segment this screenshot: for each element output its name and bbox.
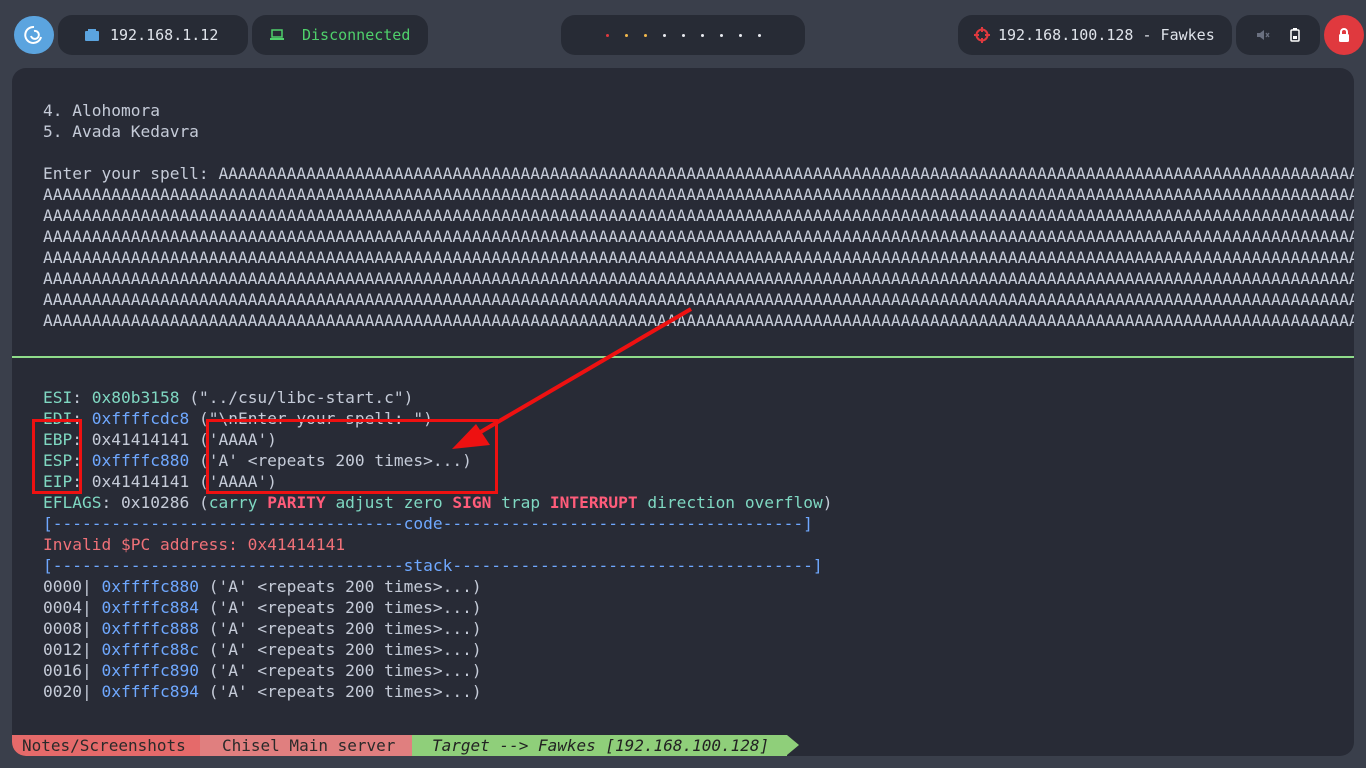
status-segment-chisel[interactable]: Chisel Main server — [200, 735, 412, 756]
annotation-box-register-values — [206, 419, 498, 494]
workspace-indicator[interactable] — [561, 15, 805, 55]
spell-input-line: AAAAAAAAAAAAAAAAAAAAAAAAAAAAAAAAAAAAAAAA… — [43, 269, 1354, 288]
spell-input-line: AAAAAAAAAAAAAAAAAAAAAAAAAAAAAAAAAAAAAAAA… — [43, 248, 1354, 267]
stack-value: ('A' <repeats 200 times>...) — [198, 619, 482, 638]
stack-offset: 0004| — [43, 598, 92, 617]
stack-address: 0xffffc894 — [101, 682, 199, 701]
workspace-dot-3[interactable] — [643, 33, 647, 37]
workspace-dot-7[interactable] — [719, 33, 723, 37]
stack-row: 0000| 0xffffc880 ('A' <repeats 200 times… — [43, 576, 482, 597]
register-value: 0x41414141 — [91, 430, 190, 449]
stack-offset: 0000| — [43, 577, 92, 596]
eflag: SIGN — [452, 493, 492, 512]
status-segment-target[interactable]: Target --> Fawkes [192.168.100.128] — [412, 735, 787, 756]
spell-input-line: AAAAAAAAAAAAAAAAAAAAAAAAAAAAAAAAAAAAAAAA… — [43, 290, 1354, 309]
register-name: ESI — [43, 388, 73, 407]
menu-option: 5. Avada Kedavra — [43, 122, 199, 141]
menu-option: 4. Alohomora — [43, 101, 160, 120]
power-icon[interactable] — [1324, 15, 1364, 55]
eflag: PARITY — [267, 493, 326, 512]
spell-input-line: AAAAAAAAAAAAAAAAAAAAAAAAAAAAAAAAAAAAAAAA… — [43, 311, 1354, 330]
section-divider — [12, 356, 1354, 358]
stack-value: ('A' <repeats 200 times>...) — [198, 577, 482, 596]
register-value: 0xffffcdc8 — [91, 409, 190, 428]
register-eflags: EFLAGS: 0x10286 (carry PARITY adjust zer… — [43, 493, 833, 512]
local-ip-text: 192.168.1.12 — [110, 26, 219, 44]
stack-offset: 0016| — [43, 661, 92, 680]
code-section-header: [------------------------------------cod… — [43, 514, 813, 533]
network-icon — [85, 29, 99, 41]
eflags-flags: carry PARITY adjust zero SIGN trap INTER… — [209, 493, 823, 512]
top-bar: 192.168.1.12 Disconnected 192.168.100.12… — [0, 0, 1366, 66]
register-value: 0xffffc880 — [91, 451, 190, 470]
eflag: INTERRUPT — [549, 493, 638, 512]
stack-offset: 0008| — [43, 619, 92, 638]
spell-input-line: AAAAAAAAAAAAAAAAAAAAAAAAAAAAAAAAAAAAAAAA… — [43, 206, 1354, 225]
status-bar: Notes/Screenshots Chisel Main server Tar… — [12, 735, 1354, 756]
status-segment-notes[interactable]: Notes/Screenshots — [12, 735, 200, 756]
eflag: adjust — [335, 493, 394, 512]
stack-section-header: [------------------------------------sta… — [43, 556, 823, 575]
annotation-box-register-names — [32, 419, 82, 494]
workspace-dot-5[interactable] — [681, 33, 685, 37]
stack-address: 0xffffc88c — [101, 640, 199, 659]
stack-offset: 0020| — [43, 682, 92, 701]
system-tray[interactable] — [1236, 15, 1320, 55]
workspace-dot-1[interactable] — [605, 33, 609, 37]
prompt-label: Enter your spell: — [43, 164, 219, 183]
spell-prompt: Enter your spell: AAAAAAAAAAAAAAAAAAAAAA… — [43, 163, 1354, 184]
stack-row: 0016| 0xffffc890 ('A' <repeats 200 times… — [43, 660, 482, 681]
stack-address: 0xffffc888 — [101, 619, 199, 638]
spell-input-line: AAAAAAAAAAAAAAAAAAAAAAAAAAAAAAAAAAAAAAAA… — [43, 227, 1354, 246]
laptop-icon — [270, 29, 284, 40]
stack-address: 0xffffc880 — [101, 577, 199, 596]
register-name: EFLAGS — [43, 493, 102, 512]
register-esi: ESI: 0x80b3158 ("../csu/libc-start.c") — [43, 388, 414, 407]
stack-row: 0004| 0xffffc884 ('A' <repeats 200 times… — [43, 597, 482, 618]
invalid-pc-message: Invalid $PC address: 0x41414141 — [43, 535, 346, 554]
vpn-status-text: Disconnected — [302, 26, 411, 44]
target-widget[interactable]: 192.168.100.128 - Fawkes — [958, 15, 1232, 55]
workspace-dot-6[interactable] — [700, 33, 704, 37]
stack-value: ('A' <repeats 200 times>...) — [198, 661, 482, 680]
battery-icon[interactable] — [1290, 28, 1300, 42]
segment-arrow — [787, 735, 799, 755]
crosshair-icon — [974, 27, 990, 43]
register-value: 0x80b3158 — [91, 388, 180, 407]
spell-input-line: AAAAAAAAAAAAAAAAAAAAAAAAAAAAAAAAAAAAAAAA… — [43, 185, 1354, 204]
stack-value: ('A' <repeats 200 times>...) — [198, 598, 482, 617]
target-text: 192.168.100.128 - Fawkes — [998, 26, 1215, 44]
eflag: overflow — [744, 493, 823, 512]
volume-muted-icon[interactable] — [1256, 28, 1270, 42]
stack-value: ('A' <repeats 200 times>...) — [198, 682, 482, 701]
terminal-window[interactable]: 4. Alohomora 5. Avada Kedavra Enter your… — [12, 68, 1354, 756]
stack-offset: 0012| — [43, 640, 92, 659]
workspace-dot-8[interactable] — [738, 33, 742, 37]
vpn-status-widget[interactable]: Disconnected — [252, 15, 428, 55]
stack-row: 0020| 0xffffc894 ('A' <repeats 200 times… — [43, 681, 482, 702]
register-value: 0x41414141 — [91, 472, 190, 491]
workspace-dot-2[interactable] — [624, 33, 628, 37]
debian-swirl-icon[interactable] — [14, 16, 54, 54]
local-ip-widget[interactable]: 192.168.1.12 — [58, 15, 248, 55]
spell-input: AAAAAAAAAAAAAAAAAAAAAAAAAAAAAAAAAAAAAAAA… — [218, 164, 1354, 183]
stack-value: ('A' <repeats 200 times>...) — [198, 640, 482, 659]
register-value: 0x10286 — [120, 493, 190, 512]
stack-row: 0012| 0xffffc88c ('A' <repeats 200 times… — [43, 639, 482, 660]
stack-address: 0xffffc890 — [101, 661, 199, 680]
workspace-dot-4[interactable] — [662, 33, 666, 37]
stack-row: 0008| 0xffffc888 ('A' <repeats 200 times… — [43, 618, 482, 639]
eflag: zero — [403, 493, 443, 512]
workspace-dot-9[interactable] — [757, 33, 761, 37]
eflag: trap — [501, 493, 541, 512]
eflag: direction — [647, 493, 736, 512]
register-desc: ("../csu/libc-start.c") — [179, 388, 414, 407]
eflag: carry — [208, 493, 258, 512]
stack-address: 0xffffc884 — [101, 598, 199, 617]
